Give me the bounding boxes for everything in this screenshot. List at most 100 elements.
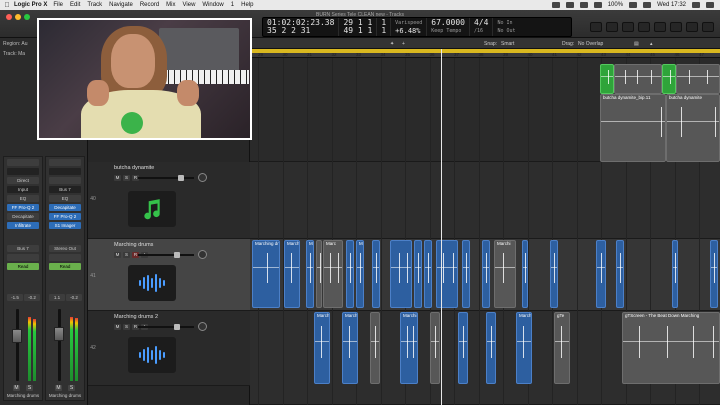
menu-record[interactable]: Record <box>140 2 159 8</box>
menu-help[interactable]: Help <box>241 2 253 8</box>
audio-region[interactable] <box>390 240 412 308</box>
audio-region[interactable] <box>436 240 458 308</box>
track-header-butcha[interactable]: butcha dynamite M S R 40 <box>88 162 250 239</box>
search-icon[interactable] <box>692 2 700 8</box>
track-pan-knob[interactable] <box>198 173 207 182</box>
track-volume-slider[interactable] <box>138 175 194 181</box>
menu-mix[interactable]: Mix <box>166 2 175 8</box>
menu-edit[interactable]: Edit <box>70 2 80 8</box>
audio-region[interactable]: Marchi <box>342 312 358 384</box>
battery-icon[interactable] <box>629 2 638 8</box>
midi-fx-slot[interactable]: Direct <box>7 177 39 184</box>
volume-icon[interactable] <box>593 2 602 8</box>
solo-button[interactable]: S <box>68 385 75 391</box>
smart-controls-button[interactable] <box>702 22 714 32</box>
lcd-io[interactable]: No In No Out <box>493 18 519 36</box>
track-mute-button[interactable]: M <box>114 252 121 258</box>
mixer-button[interactable] <box>670 22 682 32</box>
track-solo-button[interactable]: S <box>123 175 130 181</box>
notepad-button[interactable] <box>622 22 634 32</box>
snap-select[interactable]: Smart <box>501 41 514 47</box>
group-slot[interactable] <box>49 254 81 261</box>
audio-region[interactable] <box>596 240 606 308</box>
audio-region[interactable] <box>316 240 322 308</box>
group-slot[interactable] <box>7 254 39 261</box>
plugin-slot-decapitate[interactable]: Decapitate <box>49 204 81 211</box>
lcd-varispeed[interactable]: Varispeed +6.48% <box>391 18 428 36</box>
track-volume-knob[interactable] <box>174 252 180 258</box>
midi-region[interactable] <box>600 64 614 94</box>
menu-track[interactable]: Track <box>87 2 102 8</box>
setting-slot[interactable] <box>49 159 81 166</box>
audio-region[interactable] <box>676 64 720 94</box>
audio-region[interactable]: Marching dr <box>252 240 280 308</box>
track-solo-button[interactable]: S <box>123 324 130 330</box>
solo-button[interactable]: S <box>26 385 33 391</box>
track-name[interactable]: Marching drums <box>114 242 153 248</box>
drag-select[interactable]: No Overlap <box>578 41 603 47</box>
notification-icon[interactable] <box>706 2 714 8</box>
arrange-area[interactable]: ✦ + Snap: Smart Drag: No Overlap ▤ ▴ 29 3… <box>250 38 720 405</box>
editors-button[interactable] <box>686 22 698 32</box>
audio-region[interactable] <box>458 312 468 384</box>
automation-mode[interactable]: Read <box>7 263 39 270</box>
lcd-display[interactable]: 01:02:02:23.38 35 2 2 31 29 1 1 49 1 1 1… <box>262 17 572 37</box>
track-volume-slider[interactable] <box>138 324 194 330</box>
audio-region[interactable] <box>672 240 678 308</box>
plugin-slot-imager[interactable]: S1 Imager <box>49 222 81 229</box>
audio-region[interactable] <box>550 240 558 308</box>
mute-button[interactable]: M <box>13 385 20 391</box>
track-pan-knob[interactable] <box>198 322 207 331</box>
track-volume-slider[interactable] <box>138 252 194 258</box>
list-editors-button[interactable] <box>606 22 618 32</box>
audio-region[interactable]: Ma <box>306 240 314 308</box>
audio-region[interactable] <box>482 240 490 308</box>
browser-button[interactable] <box>654 22 666 32</box>
master-volume-icon[interactable] <box>590 22 602 32</box>
flag-icon[interactable] <box>643 2 652 8</box>
setting-slot[interactable] <box>7 159 39 166</box>
audio-region[interactable]: Marchi <box>400 312 418 384</box>
output-slot[interactable]: Stereo Out <box>49 245 81 252</box>
audio-region[interactable]: butcha dynamite <box>666 94 720 162</box>
audio-region[interactable] <box>346 240 354 308</box>
catch-icon[interactable]: ▴ <box>650 41 653 47</box>
audio-region[interactable]: butcha dynamite_bip.11 <box>600 94 666 162</box>
track-name[interactable]: Marching drums 2 <box>114 314 158 320</box>
audio-region[interactable]: Marchi <box>494 240 516 308</box>
plugin-slot-proq[interactable]: FF Pro-Q 2 <box>7 204 39 211</box>
menu-clock[interactable]: Wed 17:32 <box>657 2 686 8</box>
audio-region[interactable]: gTScreen - The Beat Down Marching <box>622 312 720 384</box>
minimize-window-button[interactable] <box>15 14 21 20</box>
pointer-tool-icon[interactable]: ✦ <box>390 41 394 47</box>
audio-region[interactable] <box>430 312 440 384</box>
status-icon[interactable] <box>551 2 560 8</box>
lcd-tempo[interactable]: 67.0000 Keep Tempo <box>427 18 470 36</box>
ruler[interactable]: 29 30 31 32 33 34 35 36 37 38 39 40 41 42 43 44 45 46 47 <box>250 49 720 58</box>
volume-fader-track[interactable] <box>58 309 61 381</box>
audio-region[interactable]: Marc <box>323 240 343 308</box>
track-mute-button[interactable]: M <box>114 324 121 330</box>
playhead[interactable] <box>441 49 442 405</box>
track-header-marching-drums-2[interactable]: Marching drums 2 M S R I 42 <box>88 311 250 386</box>
track-inspector-header[interactable]: Track: Ma <box>3 51 25 57</box>
close-window-button[interactable] <box>6 14 12 20</box>
plugin-slot-proq[interactable]: FF Pro-Q 2 <box>49 213 81 220</box>
waveform-zoom-icon[interactable]: ▤ <box>634 41 639 47</box>
audio-region[interactable] <box>424 240 432 308</box>
audio-region[interactable] <box>710 240 718 308</box>
midi-fx-slot[interactable] <box>49 177 81 184</box>
menu-file[interactable]: File <box>53 2 63 8</box>
volume-fader-handle[interactable] <box>54 327 64 341</box>
track-volume-knob[interactable] <box>174 324 180 330</box>
track-pan-knob[interactable] <box>198 250 207 259</box>
wifi-icon[interactable] <box>579 2 588 8</box>
input-slot[interactable]: Input <box>7 186 39 193</box>
lcd-signature[interactable]: 4/4 /16 <box>470 18 494 36</box>
audio-region[interactable] <box>414 240 422 308</box>
volume-fader-handle[interactable] <box>12 329 22 343</box>
automation-mode[interactable]: Read <box>49 263 81 270</box>
track-header-marching-drums[interactable]: Marching drums M S R I 41 <box>88 239 250 311</box>
apple-menu-icon[interactable]:  <box>0 2 14 9</box>
menu-view[interactable]: View <box>183 2 196 8</box>
